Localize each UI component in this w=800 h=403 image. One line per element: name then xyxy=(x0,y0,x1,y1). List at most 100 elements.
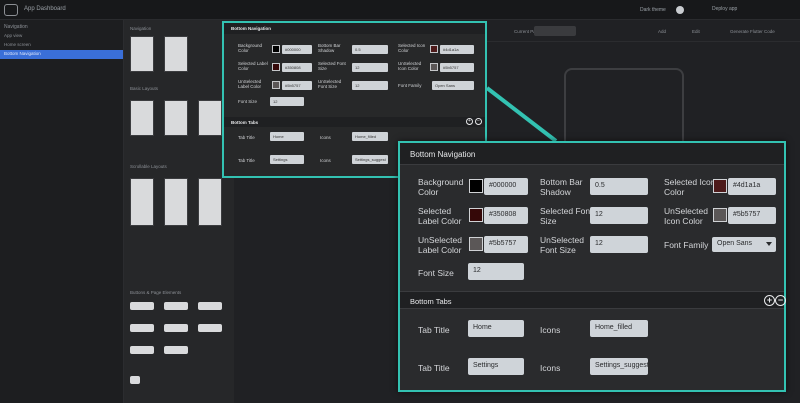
left-panel-item[interactable]: App view xyxy=(0,32,123,41)
palette-section-heading: Navigation xyxy=(130,26,152,31)
app-logo-icon xyxy=(4,4,18,16)
unselected-icon-color-swatch[interactable] xyxy=(713,208,727,222)
palette-widget[interactable] xyxy=(164,178,188,226)
palette-section-heading: Scrollable Layouts xyxy=(130,164,167,169)
tab-title-label: Tab Title xyxy=(418,363,450,373)
palette-section-heading: Basic Layouts xyxy=(130,86,159,91)
small-field-input[interactable]: #4d1a1a xyxy=(440,45,474,54)
palette-widget[interactable] xyxy=(198,302,222,310)
small-field-input[interactable]: 12 xyxy=(352,81,388,90)
palette-widget[interactable] xyxy=(198,100,222,136)
add-circle-icon[interactable]: + xyxy=(466,118,473,125)
small-tab-title-input[interactable]: Home xyxy=(270,132,304,141)
palette-widget[interactable] xyxy=(164,36,188,72)
tab-title-input[interactable]: Home xyxy=(468,320,524,337)
small-tab-title-input[interactable]: Settings xyxy=(270,155,304,164)
small-tab-icons-input[interactable]: Settings_suggest xyxy=(352,155,388,164)
left-panel: Navigation App view Home screen Bottom N… xyxy=(0,20,124,403)
small-color-swatch[interactable] xyxy=(430,63,438,71)
bottom-bar-shadow-input[interactable]: 0.5 xyxy=(590,178,648,195)
selected-font-size-input[interactable]: 12 xyxy=(590,207,648,224)
small-field-input[interactable]: 12 xyxy=(352,63,388,72)
edit-page-button[interactable]: Edit xyxy=(692,29,700,34)
current-page-select[interactable] xyxy=(534,26,576,36)
small-color-swatch[interactable] xyxy=(272,63,280,71)
palette-widget[interactable] xyxy=(164,346,188,354)
bottom-tabs-bar: Bottom Tabs + − xyxy=(400,291,786,309)
theme-label: Dark theme xyxy=(640,7,666,13)
unselected-icon-color-input[interactable]: #5b5757 xyxy=(728,207,776,224)
unselected-label-color-swatch[interactable] xyxy=(469,237,483,251)
remove-circle-icon[interactable]: − xyxy=(475,118,482,125)
palette-widget[interactable] xyxy=(130,302,154,310)
selected-label-color-swatch[interactable] xyxy=(469,208,483,222)
background-color-swatch[interactable] xyxy=(469,179,483,193)
small-field-input[interactable]: #350808 xyxy=(282,63,312,72)
selected-icon-color-swatch[interactable] xyxy=(713,179,727,193)
generate-code-button[interactable]: Generate Flutter Code xyxy=(730,29,775,34)
font-family-select[interactable]: Open Sans xyxy=(712,237,776,252)
deploy-button[interactable]: Deploy app xyxy=(712,6,737,12)
bottom-tabs-title: Bottom Tabs xyxy=(410,297,452,306)
small-tab-icons-input[interactable]: Home_filled xyxy=(352,132,388,141)
palette-widget[interactable] xyxy=(130,100,154,136)
palette-widget[interactable] xyxy=(130,36,154,72)
small-tab-title-label: Tab Title xyxy=(238,135,255,140)
left-panel-item[interactable]: Home screen xyxy=(0,41,123,50)
selected-label-color-input[interactable]: #350808 xyxy=(484,207,528,224)
tab-icons-input[interactable]: Settings_suggest xyxy=(590,358,649,375)
small-bottom-tabs-bar: Bottom Tabs xyxy=(224,117,485,127)
small-field-input[interactable]: 12 xyxy=(270,97,304,106)
palette-widget[interactable] xyxy=(130,324,154,332)
left-panel-header: Navigation xyxy=(4,24,28,30)
chevron-down-icon xyxy=(766,242,772,246)
small-field-input[interactable]: #5b5757 xyxy=(282,81,312,90)
small-field-label: Selected Label Color xyxy=(238,61,268,71)
small-font-family-select[interactable]: Open Sans xyxy=(432,81,474,90)
palette-widget[interactable] xyxy=(130,346,154,354)
add-page-button[interactable]: Add xyxy=(658,29,666,34)
palette-widget[interactable] xyxy=(164,302,188,310)
palette-widget[interactable] xyxy=(198,178,222,226)
small-color-swatch[interactable] xyxy=(430,45,438,53)
palette-widget[interactable] xyxy=(130,178,154,226)
palette-widget[interactable] xyxy=(198,324,222,332)
unselected-label-color-input[interactable]: #5b5757 xyxy=(484,236,528,253)
panel-header: Bottom Navigation xyxy=(400,143,784,165)
unselected-font-size-input[interactable]: 12 xyxy=(590,236,648,253)
small-tab-icons-label: Icons xyxy=(320,158,331,163)
small-field-label: Selected Icon Color xyxy=(398,43,426,53)
tab-icons-label: Icons xyxy=(540,363,561,373)
small-color-swatch[interactable] xyxy=(272,45,280,53)
font-size-input[interactable]: 12 xyxy=(468,263,524,280)
bottom-navigation-panel: Bottom Navigation Background Color #00000… xyxy=(398,141,786,392)
palette-widget[interactable] xyxy=(164,100,188,136)
small-panel-title: Bottom Navigation xyxy=(224,23,485,34)
background-color-input[interactable]: #000000 xyxy=(484,178,528,195)
small-field-label: Background Color xyxy=(238,43,263,53)
palette-widget[interactable] xyxy=(130,376,140,384)
small-field-input[interactable]: #5b5757 xyxy=(440,63,474,72)
small-field-label: UnSelected Font Size xyxy=(318,79,342,89)
small-field-label: Font Size xyxy=(238,99,258,104)
top-bar: App Dashboard Dark theme Deploy app xyxy=(0,0,800,20)
small-color-swatch[interactable] xyxy=(272,81,280,89)
small-field-label: Bottom Bar Shadow xyxy=(318,43,341,53)
font-size-label: Font Size xyxy=(418,268,454,278)
left-panel-item-active[interactable]: Bottom Navigation xyxy=(0,50,123,59)
selected-icon-color-input[interactable]: #4d1a1a xyxy=(728,178,776,195)
small-field-label: Selected Font Size xyxy=(318,61,346,71)
palette-widget[interactable] xyxy=(164,324,188,332)
tab-title-label: Tab Title xyxy=(418,325,450,335)
tab-icons-input[interactable]: Home_filled xyxy=(590,320,648,337)
theme-toggle[interactable] xyxy=(676,6,684,14)
small-field-label: UnSelected Icon Color xyxy=(398,61,422,71)
remove-circle-icon[interactable]: − xyxy=(775,295,786,306)
widget-palette: Navigation Basic Layouts Scrollable Layo… xyxy=(124,20,234,403)
tab-title-input[interactable]: Settings xyxy=(468,358,524,375)
add-circle-icon[interactable]: + xyxy=(764,295,775,306)
font-family-value: Open Sans xyxy=(717,240,753,247)
small-field-input[interactable]: #000000 xyxy=(282,45,312,54)
small-field-label: UnSelected Label Color xyxy=(238,79,262,89)
small-field-input[interactable]: 0.5 xyxy=(352,45,388,54)
